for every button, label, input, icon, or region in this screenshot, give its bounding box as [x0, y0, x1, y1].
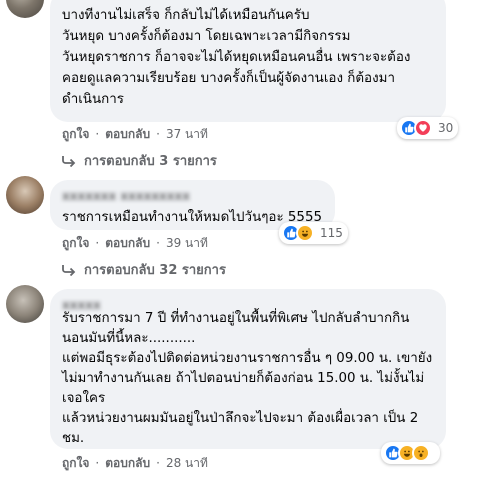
replies-label: การตอบกลับ 32 รายการ: [84, 263, 226, 278]
comment-text-line: คอยดูแลความเรียบร้อย บางครั้งก็เป็นผู้จั…: [62, 71, 395, 86]
like-link[interactable]: ถูกใจ: [62, 236, 89, 250]
haha-icon: [296, 224, 314, 242]
comment-text-line: ไม่มาทำงานกันเลย ถ้าไปตอนบ่ายก็ต้องก่อน …: [62, 371, 425, 386]
like-link[interactable]: ถูกใจ: [62, 456, 89, 470]
comment-time: 28 นาที: [165, 456, 208, 470]
reaction-count: 115: [320, 226, 343, 240]
comment-text-line: วันหยุด บางครั้งก็ต้องมา โดยเฉพาะเวลามีก…: [62, 29, 351, 44]
comment-text-line: วันหยุดราชการ ก็อาจจะไม่ได้หยุดเหมือนคนอ…: [62, 50, 411, 65]
love-icon: [414, 119, 432, 137]
wow-icon: [412, 444, 430, 462]
reaction-icons: [384, 444, 430, 462]
like-link[interactable]: ถูกใจ: [62, 127, 89, 141]
view-replies-link[interactable]: การตอบกลับ 3 รายการ: [62, 150, 217, 171]
comment-actions: ถูกใจ · ตอบกลับ · 28 นาที: [62, 456, 208, 470]
reply-link[interactable]: ตอบกลับ: [105, 127, 150, 141]
reply-link[interactable]: ตอบกลับ: [105, 456, 150, 470]
reaction-summary[interactable]: 115: [279, 222, 348, 244]
avatar[interactable]: [6, 0, 44, 18]
view-replies-link[interactable]: การตอบกลับ 32 รายการ: [62, 259, 226, 280]
comment-bubble: บางทีงานไม่เสร็จ ก็กลับไม่ได้เหมือนกันคร…: [50, 0, 446, 122]
reaction-count: 30: [438, 121, 454, 135]
comment-time: 39 นาที: [165, 236, 208, 250]
reaction-summary[interactable]: [381, 442, 440, 464]
reply-arrow-icon: [62, 264, 76, 276]
comment-text-line: บางทีงานไม่เสร็จ ก็กลับไม่ได้เหมือนกันคร…: [62, 8, 310, 23]
avatar[interactable]: [6, 285, 44, 323]
comment-text-line: แล้วหน่วยงานผมมันอยู่ในป่าลึกจะไปจะมา ต้…: [62, 411, 419, 426]
comment-author[interactable]: xxxxxxx xxxxxxxxx: [62, 188, 323, 200]
reaction-icons: [282, 224, 314, 242]
comment-actions: ถูกใจ · ตอบกลับ · 37 นาที: [62, 127, 208, 141]
comment-text-line: เจอใคร: [62, 391, 106, 406]
reaction-summary[interactable]: 30: [397, 117, 459, 139]
comment-actions: ถูกใจ · ตอบกลับ · 39 นาที: [62, 236, 208, 250]
replies-label: การตอบกลับ 3 รายการ: [84, 154, 217, 169]
comment-text-line: ดำเนินการ: [62, 92, 124, 107]
comment-text-line: รับราชการมา 7 ปี ที่ทำงานอยู่ในพื้นที่พิ…: [62, 311, 410, 326]
comment-text-line: นอนมันที่นี้หละ...........: [62, 331, 196, 346]
avatar[interactable]: [6, 176, 44, 214]
comment-author[interactable]: xxxxx: [62, 297, 434, 309]
comment-text-line: แต่พอมีธุระต้องไปติดต่อหน่วยงานราชการอื่…: [62, 351, 433, 366]
reply-arrow-icon: [62, 155, 76, 167]
comment-text-line: ชม.: [62, 431, 85, 446]
reaction-icons: [400, 119, 432, 137]
reply-link[interactable]: ตอบกลับ: [105, 236, 150, 250]
comment-time: 37 นาที: [165, 127, 208, 141]
comment-bubble: xxxxx รับราชการมา 7 ปี ที่ทำงานอยู่ในพื้…: [50, 289, 446, 449]
